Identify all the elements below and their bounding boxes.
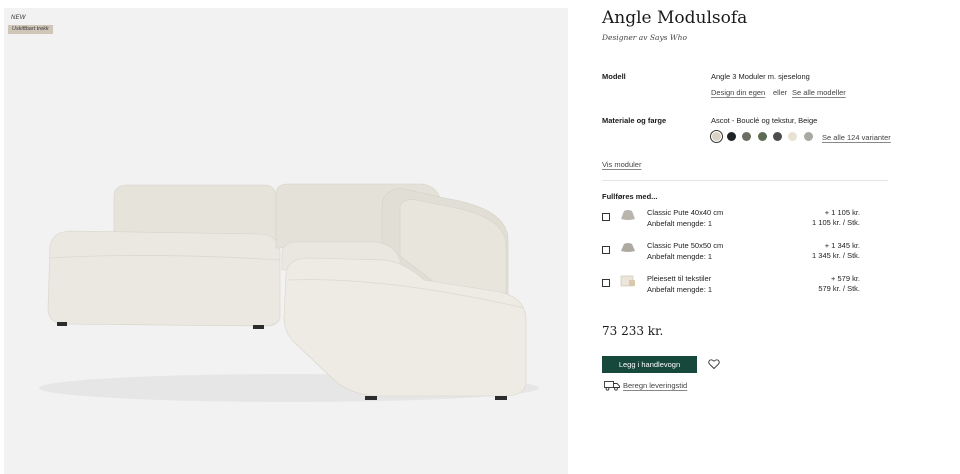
addon-checkbox[interactable] (602, 279, 610, 287)
addons-heading: Fullføres med... (602, 192, 658, 201)
addon-unit-price: 1 105 kr. / Stk. (812, 218, 860, 227)
addon-row: Pleiesett til tekstiler Anbefalt mengde:… (602, 273, 860, 301)
or-text: eller (773, 88, 788, 97)
add-to-cart-button[interactable]: Legg i handlevogn (602, 356, 697, 373)
color-swatch[interactable] (727, 132, 736, 141)
addon-unit-price: 1 345 kr. / Stk. (812, 251, 860, 260)
cushion-icon (621, 210, 635, 220)
color-swatch[interactable] (709, 129, 724, 144)
product-title: Angle Modulsofa (602, 8, 748, 28)
care-kit-icon (620, 275, 635, 287)
material-value: Ascot - Bouclé og tekstur, Beige (711, 116, 818, 125)
product-image-panel: NEW Uskiftbart trekk (4, 8, 568, 474)
addon-checkbox[interactable] (602, 246, 610, 254)
addon-name: Classic Pute 40x40 cm (647, 208, 724, 217)
divider (602, 180, 888, 181)
truck-icon (604, 381, 620, 391)
heart-icon[interactable] (708, 358, 720, 370)
addon-quantity: Anbefalt mengde: 1 (647, 219, 713, 228)
addon-price: + 1 345 kr. (824, 241, 860, 250)
show-modules-link[interactable]: Vis moduler (602, 160, 641, 169)
cushion-icon (621, 243, 635, 252)
product-price: 73 233 kr. (602, 324, 664, 338)
all-variants-link[interactable]: Se alle 124 varianter (822, 133, 891, 142)
addon-row: Classic Pute 40x40 cm Anbefalt mengde: 1… (602, 207, 860, 235)
color-swatch[interactable] (758, 132, 767, 141)
addon-quantity: Anbefalt mengde: 1 (647, 285, 713, 294)
color-swatch[interactable] (804, 132, 813, 141)
addon-price: + 579 kr. (831, 274, 860, 283)
design-your-own-link[interactable]: Design din egen (711, 88, 765, 97)
sofa-image (39, 183, 539, 402)
addon-checkbox[interactable] (602, 213, 610, 221)
addon-name: Pleiesett til tekstiler (647, 274, 712, 283)
product-designer: Designer av Says Who (602, 33, 687, 42)
new-badge: NEW (11, 15, 26, 21)
addon-quantity: Anbefalt mengde: 1 (647, 252, 713, 261)
all-models-link[interactable]: Se alle modeller (792, 88, 846, 97)
color-swatch[interactable] (773, 132, 782, 141)
model-label: Modell (602, 72, 626, 81)
addon-price: + 1 105 kr. (824, 208, 860, 217)
fabric-badge: Uskiftbart trekk (8, 25, 53, 34)
addon-unit-price: 579 kr. / Stk. (818, 284, 860, 293)
color-swatch[interactable] (742, 132, 751, 141)
delivery-time-link[interactable]: Beregn leveringstid (623, 381, 687, 390)
color-swatch[interactable] (788, 132, 797, 141)
material-label: Materiale og farge (602, 116, 667, 125)
addon-name: Classic Pute 50x50 cm (647, 241, 724, 250)
model-value: Angle 3 Moduler m. sjeselong (711, 72, 810, 81)
addon-row: Classic Pute 50x50 cm Anbefalt mengde: 1… (602, 240, 860, 268)
